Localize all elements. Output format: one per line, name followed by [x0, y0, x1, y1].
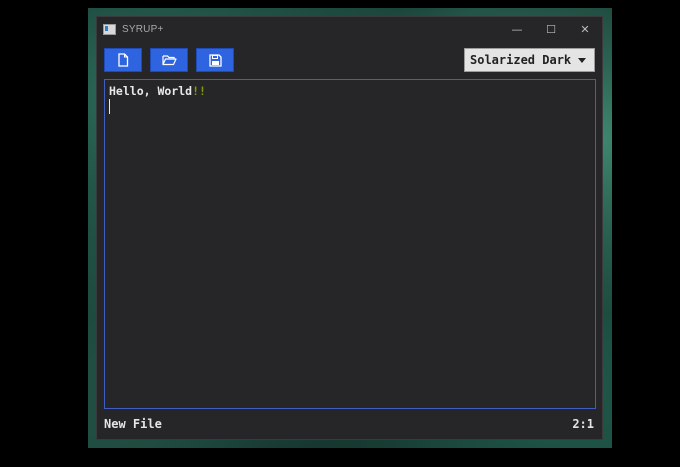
- floppy-disk-icon: [208, 53, 222, 67]
- new-file-button[interactable]: [104, 48, 142, 72]
- minimize-icon: —: [511, 22, 523, 36]
- theme-select[interactable]: Solarized Dark: [464, 48, 595, 72]
- open-folder-button[interactable]: [150, 48, 188, 72]
- maximize-icon: ☐: [546, 22, 556, 36]
- window-controls: — ☐ ✕: [500, 17, 602, 41]
- title-bar[interactable]: SYRUP+ — ☐ ✕: [97, 17, 602, 41]
- chevron-down-icon: [578, 58, 586, 63]
- close-button[interactable]: ✕: [568, 17, 602, 41]
- close-icon: ✕: [580, 22, 590, 36]
- status-file-name: New File: [104, 417, 162, 431]
- editor-text-punctuation: !!: [192, 84, 206, 98]
- window-title: SYRUP+: [122, 23, 164, 35]
- text-caret: [109, 99, 110, 114]
- code-editor[interactable]: Hello, World!!: [104, 79, 596, 409]
- maximize-button[interactable]: ☐: [534, 17, 568, 41]
- app-icon: [103, 23, 116, 35]
- editor-line-1: Hello, World!!: [109, 84, 206, 98]
- new-file-icon: [118, 53, 129, 67]
- status-cursor-position: 2:1: [572, 417, 594, 431]
- app-window: SYRUP+ — ☐ ✕ Solarized Dark Hello, World…: [96, 16, 603, 440]
- minimize-button[interactable]: —: [500, 17, 534, 41]
- folder-open-icon: [161, 55, 177, 66]
- editor-text: Hello, World: [109, 84, 193, 98]
- theme-select-value: Solarized Dark: [470, 53, 572, 67]
- save-button[interactable]: [196, 48, 234, 72]
